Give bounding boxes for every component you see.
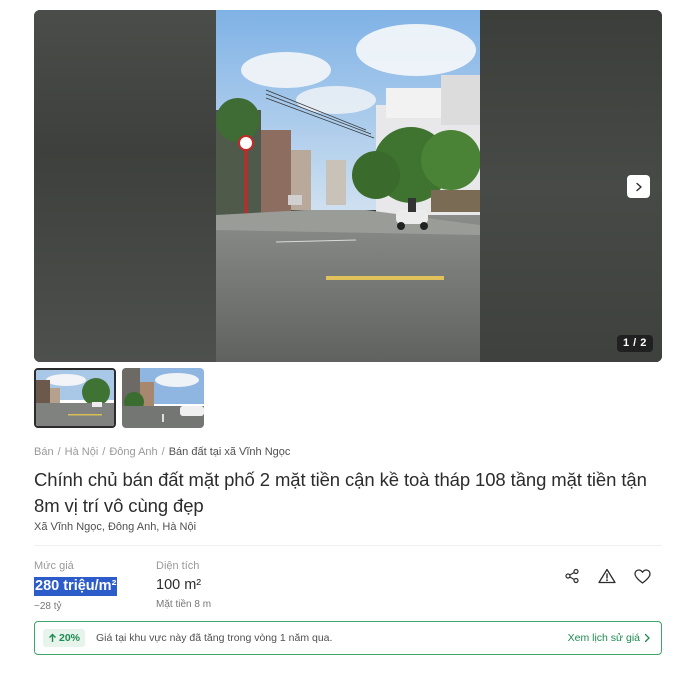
main-photo[interactable] [216,10,480,362]
breadcrumb-item-current: Bán đất tại xã Vĩnh Ngọc [168,446,291,458]
share-button[interactable] [563,567,581,585]
breadcrumb-separator: / [57,446,61,458]
report-warning-icon [598,568,616,584]
image-gallery[interactable]: 1 / 2 [34,10,662,362]
breadcrumb-separator: / [102,446,106,458]
breadcrumb: Bán / Hà Nội / Đông Anh / Bán đất tại xã… [34,446,290,458]
price-label: Mức giá [34,560,74,572]
chevron-right-icon [644,633,650,643]
arrow-up-icon [49,633,56,642]
price-history-link[interactable]: Xem lịch sử giá [568,632,651,644]
area-block: Diện tích 100 m² Mặt tiền 8 m [156,560,211,610]
heart-icon [633,568,651,584]
thumbnail-1[interactable] [34,368,116,428]
next-image-button[interactable] [627,175,650,198]
total-price: ~28 tỷ [34,601,62,612]
frontage-value: Mặt tiền 8 m [156,599,212,610]
trend-badge: 20% [43,629,86,647]
area-value: 100 m² [156,577,202,593]
share-icon [565,568,579,584]
breadcrumb-separator: / [161,446,165,458]
trend-percent: 20% [59,632,81,644]
breadcrumb-item-ha-noi[interactable]: Hà Nội [65,446,99,458]
save-favorite-button[interactable] [633,567,651,585]
trend-text: Giá tại khu vực này đã tăng trong vòng 1… [96,632,333,644]
price-block: Mức giá 280 triệu/m² ~28 tỷ [34,560,118,612]
divider [34,545,662,546]
thumbnail-2[interactable] [122,368,204,428]
price-trend-banner: 20% Giá tại khu vực này đã tăng trong vò… [34,621,662,655]
image-counter: 1 / 2 [617,335,653,352]
report-button[interactable] [598,567,616,585]
breadcrumb-item-ban[interactable]: Bán [34,446,54,458]
price-history-label: Xem lịch sử giá [567,632,640,644]
listing-title: Chính chủ bán đất mặt phố 2 mặt tiền cận… [34,469,647,516]
chevron-right-icon [635,182,642,191]
price-value: 280 triệu/m² [34,577,118,596]
area-label: Diện tích [156,560,200,572]
listing-address: Xã Vĩnh Ngọc, Đông Anh, Hà Nội [34,521,197,533]
listing-actions [563,567,651,585]
gallery-blur-left [34,10,216,362]
breadcrumb-item-dong-anh[interactable]: Đông Anh [109,446,157,458]
